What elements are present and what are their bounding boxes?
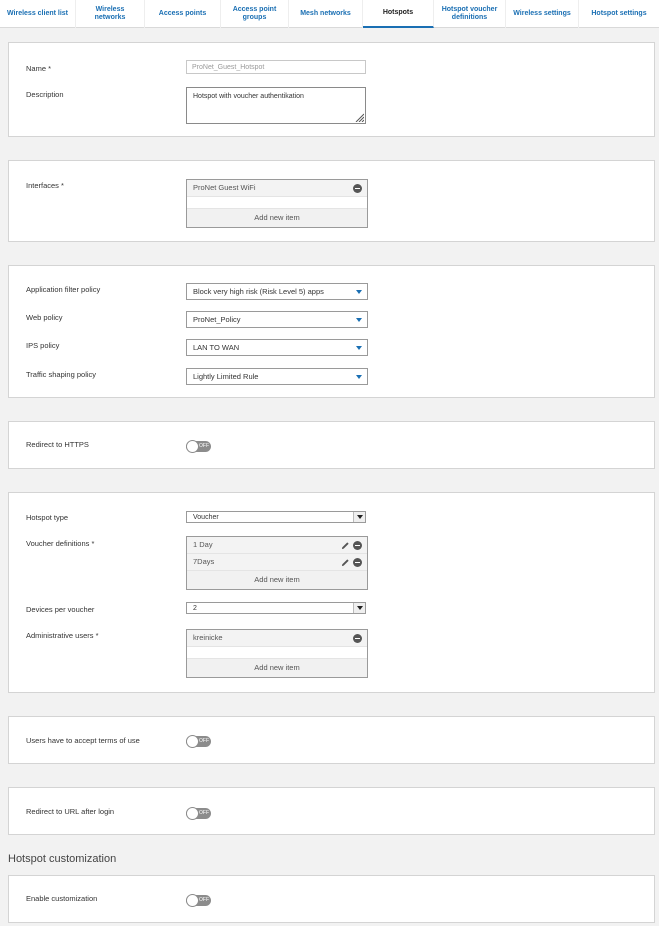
toggle-state: OFF bbox=[199, 897, 209, 903]
interfaces-list: ProNet Guest WiFi Add new item bbox=[186, 179, 368, 228]
resize-handle-icon[interactable] bbox=[354, 112, 364, 122]
voucher-definitions-label: Voucher definitions * bbox=[26, 539, 95, 548]
redirect-https-panel: Redirect to HTTPS OFF bbox=[8, 421, 655, 469]
voucher-definitions-list: 1 Day 7Days Add new item bbox=[186, 536, 368, 590]
remove-icon[interactable] bbox=[353, 634, 362, 643]
web-policy-value: ProNet_Policy bbox=[193, 315, 241, 324]
enable-customization-label: Enable customization bbox=[26, 894, 98, 903]
interface-item-label: ProNet Guest WiFi bbox=[193, 183, 256, 192]
tab-wireless-settings[interactable]: Wireless settings bbox=[506, 0, 579, 28]
pencil-icon[interactable] bbox=[341, 541, 350, 550]
administrative-users-label: Administrative users * bbox=[26, 631, 99, 640]
list-spacer bbox=[187, 647, 367, 659]
devices-per-voucher-label: Devices per voucher bbox=[26, 605, 95, 614]
redirect-url-label: Redirect to URL after login bbox=[26, 807, 115, 816]
tab-hotspot-settings[interactable]: Hotspot settings bbox=[579, 0, 659, 28]
interfaces-panel: Interfaces * ProNet Guest WiFi Add new i… bbox=[8, 160, 655, 242]
chevron-down-icon bbox=[356, 375, 362, 379]
description-value: Hotspot with voucher authentikation bbox=[193, 93, 304, 100]
traffic-shaping-dropdown[interactable]: Lightly Limited Rule bbox=[186, 368, 368, 385]
toggle-knob bbox=[186, 807, 199, 820]
tab-bar: Wireless client list Wireless networks A… bbox=[0, 0, 659, 28]
add-interface-button[interactable]: Add new item bbox=[187, 209, 367, 227]
remove-icon[interactable] bbox=[353, 541, 362, 550]
toggle-knob bbox=[186, 735, 199, 748]
list-item: kreinicke bbox=[187, 630, 367, 647]
remove-icon[interactable] bbox=[353, 184, 362, 193]
devices-per-voucher-value: 2 bbox=[193, 605, 197, 612]
app-filter-dropdown[interactable]: Block very high risk (Risk Level 5) apps bbox=[186, 283, 368, 300]
toggle-state: OFF bbox=[199, 738, 209, 744]
chevron-down-icon bbox=[356, 290, 362, 294]
description-textarea[interactable]: Hotspot with voucher authentikation bbox=[186, 87, 366, 124]
redirect-url-panel: Redirect to URL after login OFF bbox=[8, 787, 655, 835]
tab-access-points[interactable]: Access points bbox=[145, 0, 221, 28]
pencil-icon[interactable] bbox=[341, 558, 350, 567]
redirect-https-toggle[interactable]: OFF bbox=[186, 440, 211, 453]
name-label: Name * bbox=[26, 64, 52, 73]
traffic-shaping-label: Traffic shaping policy bbox=[26, 370, 97, 379]
customization-toggle[interactable]: OFF bbox=[186, 894, 211, 907]
web-policy-label: Web policy bbox=[26, 313, 63, 322]
app-filter-value: Block very high risk (Risk Level 5) apps bbox=[193, 287, 324, 296]
redirect-https-label: Redirect to HTTPS bbox=[26, 440, 89, 449]
chevron-down-icon bbox=[356, 318, 362, 322]
description-label: Description bbox=[26, 90, 64, 99]
administrative-users-list: kreinicke Add new item bbox=[186, 629, 368, 678]
hotspot-type-label: Hotspot type bbox=[26, 513, 69, 522]
ips-policy-value: LAN TO WAN bbox=[193, 343, 240, 352]
list-item: 1 Day bbox=[187, 537, 367, 554]
hotspot-type-value: Voucher bbox=[193, 514, 219, 521]
list-item: ProNet Guest WiFi bbox=[187, 180, 367, 197]
hotspot-panel: Hotspot type Voucher Voucher definitions… bbox=[8, 492, 655, 693]
remove-icon[interactable] bbox=[353, 558, 362, 567]
hotspot-customization-heading: Hotspot customization bbox=[8, 853, 117, 865]
terms-panel: Users have to accept terms of use OFF bbox=[8, 716, 655, 764]
voucher-item-label: 1 Day bbox=[193, 540, 213, 549]
policies-panel: Application filter policy Block very hig… bbox=[8, 265, 655, 398]
toggle-knob bbox=[186, 440, 199, 453]
web-policy-dropdown[interactable]: ProNet_Policy bbox=[186, 311, 368, 328]
chevron-down-icon bbox=[353, 603, 365, 613]
terms-toggle[interactable]: OFF bbox=[186, 735, 211, 748]
tab-hotspot-voucher-definitions[interactable]: Hotspot voucher definitions bbox=[434, 0, 506, 28]
toggle-state: OFF bbox=[199, 810, 209, 816]
tab-access-point-groups[interactable]: Access point groups bbox=[221, 0, 289, 28]
terms-label: Users have to accept terms of use bbox=[26, 736, 140, 745]
tab-mesh-networks[interactable]: Mesh networks bbox=[289, 0, 363, 28]
toggle-knob bbox=[186, 894, 199, 907]
ips-policy-dropdown[interactable]: LAN TO WAN bbox=[186, 339, 368, 356]
admin-user-label: kreinicke bbox=[193, 633, 223, 642]
toggle-state: OFF bbox=[199, 443, 209, 449]
add-admin-user-button[interactable]: Add new item bbox=[187, 659, 367, 677]
tab-hotspots[interactable]: Hotspots bbox=[363, 0, 434, 28]
ips-policy-label: IPS policy bbox=[26, 341, 60, 350]
add-voucher-button[interactable]: Add new item bbox=[187, 571, 367, 589]
name-input[interactable]: ProNet_Guest_Hotspot bbox=[186, 60, 366, 74]
voucher-item-label: 7Days bbox=[193, 557, 215, 566]
interfaces-label: Interfaces * bbox=[26, 181, 64, 190]
general-panel: Name * ProNet_Guest_Hotspot Description … bbox=[8, 42, 655, 137]
traffic-shaping-value: Lightly Limited Rule bbox=[193, 372, 259, 381]
devices-per-voucher-select[interactable]: 2 bbox=[186, 602, 366, 614]
redirect-url-toggle[interactable]: OFF bbox=[186, 807, 211, 820]
chevron-down-icon bbox=[356, 346, 362, 350]
customization-panel: Enable customization OFF bbox=[8, 875, 655, 923]
list-item: 7Days bbox=[187, 554, 367, 571]
list-spacer bbox=[187, 197, 367, 209]
hotspot-type-select[interactable]: Voucher bbox=[186, 511, 366, 523]
chevron-down-icon bbox=[353, 512, 365, 522]
tab-wireless-client-list[interactable]: Wireless client list bbox=[0, 0, 76, 28]
tab-wireless-networks[interactable]: Wireless networks bbox=[76, 0, 145, 28]
app-filter-label: Application filter policy bbox=[26, 285, 101, 294]
